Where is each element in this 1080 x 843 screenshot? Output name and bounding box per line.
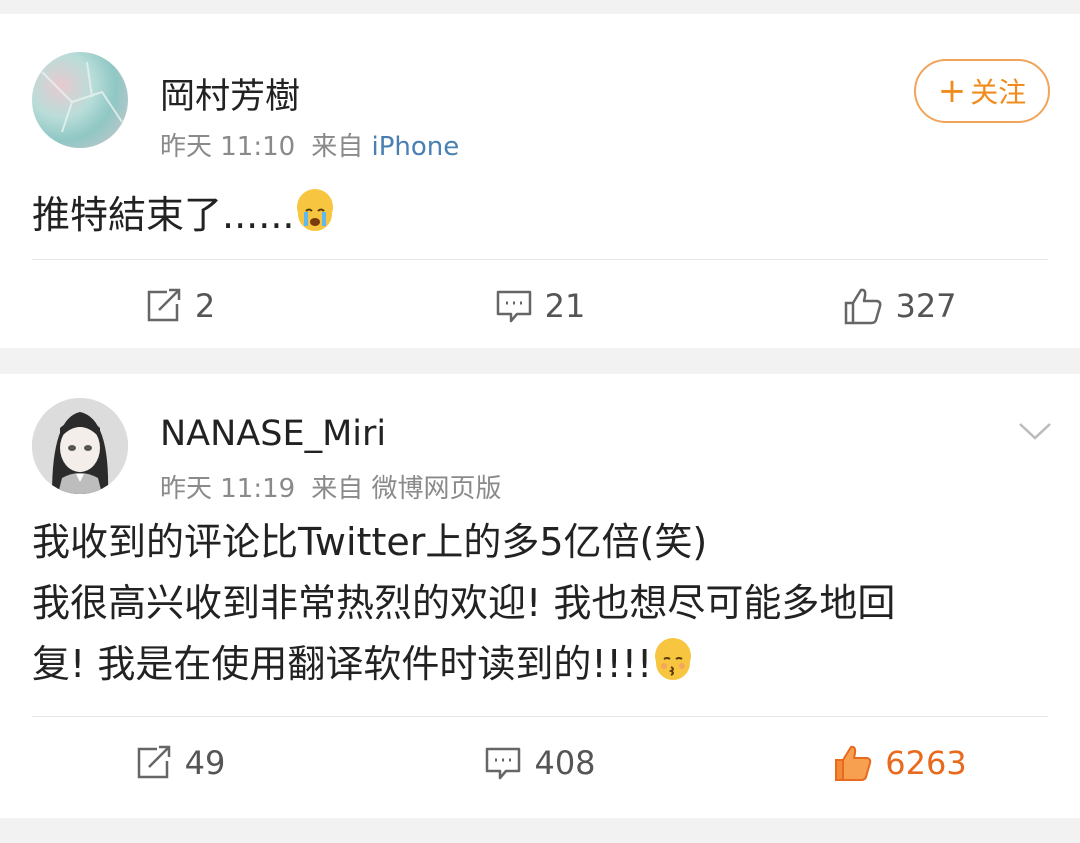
top-gap [0,0,1080,14]
comment-count: 408 [534,744,596,782]
follow-label: 关注 [970,76,1027,109]
repost-icon [137,745,170,779]
avatar[interactable] [32,398,128,494]
comment-icon [496,290,531,323]
thumbs-up-icon [845,288,882,325]
bottom-gap [0,818,1080,843]
post-meta: 昨天 11:10 来自 iPhone [160,126,459,163]
user-name[interactable]: 岡村芳樹 [160,68,300,119]
post-content: 我收到的评论比Twitter上的多5亿倍(笑) 我很高兴收到非常热烈的欢迎! 我… [32,512,1040,695]
weibo-post-1: 岡村芳樹 昨天 11:10 来自 iPhone + 关注 推特結束了...... … [0,14,1080,348]
comment-button[interactable]: 21 [360,260,720,352]
weibo-post-2: NANASE_Miri 昨天 11:19 来自 微博网页版 我收到的评论比Twit… [0,374,1080,818]
comment-button[interactable]: 408 [360,717,720,809]
post-text-line: 推特結束了...... [32,193,295,237]
comment-icon [486,747,521,780]
plus-icon: + [937,71,967,111]
source-prefix: 来自 [311,474,364,504]
post-text-line: 我收到的评论比Twitter上的多5亿倍(笑) [32,520,708,564]
repost-button[interactable]: 49 [0,717,360,809]
user-name[interactable]: NANASE_Miri [160,414,386,454]
repost-count: 49 [184,744,226,782]
source-device[interactable]: iPhone [371,132,459,162]
like-count: 6263 [885,744,967,782]
post-text-line: 我很高兴收到非常热烈的欢迎! 我也想尽可能多地回 [32,581,896,625]
crying-face-icon [297,189,334,231]
post-time: 昨天 11:10 [160,132,296,162]
post-meta: 昨天 11:19 来自 微博网页版 [160,468,502,505]
post-time: 昨天 11:19 [160,474,296,504]
like-button[interactable]: 6263 [720,717,1080,809]
comment-count: 21 [544,287,586,325]
like-count: 327 [895,287,957,325]
source-prefix: 来自 [311,132,364,162]
avatar[interactable] [32,52,128,148]
post-text-line: 复! 我是在使用翻译软件时读到的!!!! [32,642,653,686]
repost-count: 2 [194,287,216,325]
chevron-down-icon [1019,423,1051,440]
follow-button[interactable]: + 关注 [914,59,1050,123]
more-options-button[interactable] [1018,414,1052,448]
source-device[interactable]: 微博网页版 [371,474,501,504]
like-button[interactable]: 327 [720,260,1080,352]
post-content: 推特結束了...... [32,185,1040,246]
repost-button[interactable]: 2 [0,260,360,352]
thumbs-up-icon [835,745,872,781]
action-bar: 49 408 6263 [0,717,1080,809]
repost-icon [147,288,181,322]
action-bar: 2 21 327 [0,260,1080,352]
kissing-face-icon [655,638,692,680]
